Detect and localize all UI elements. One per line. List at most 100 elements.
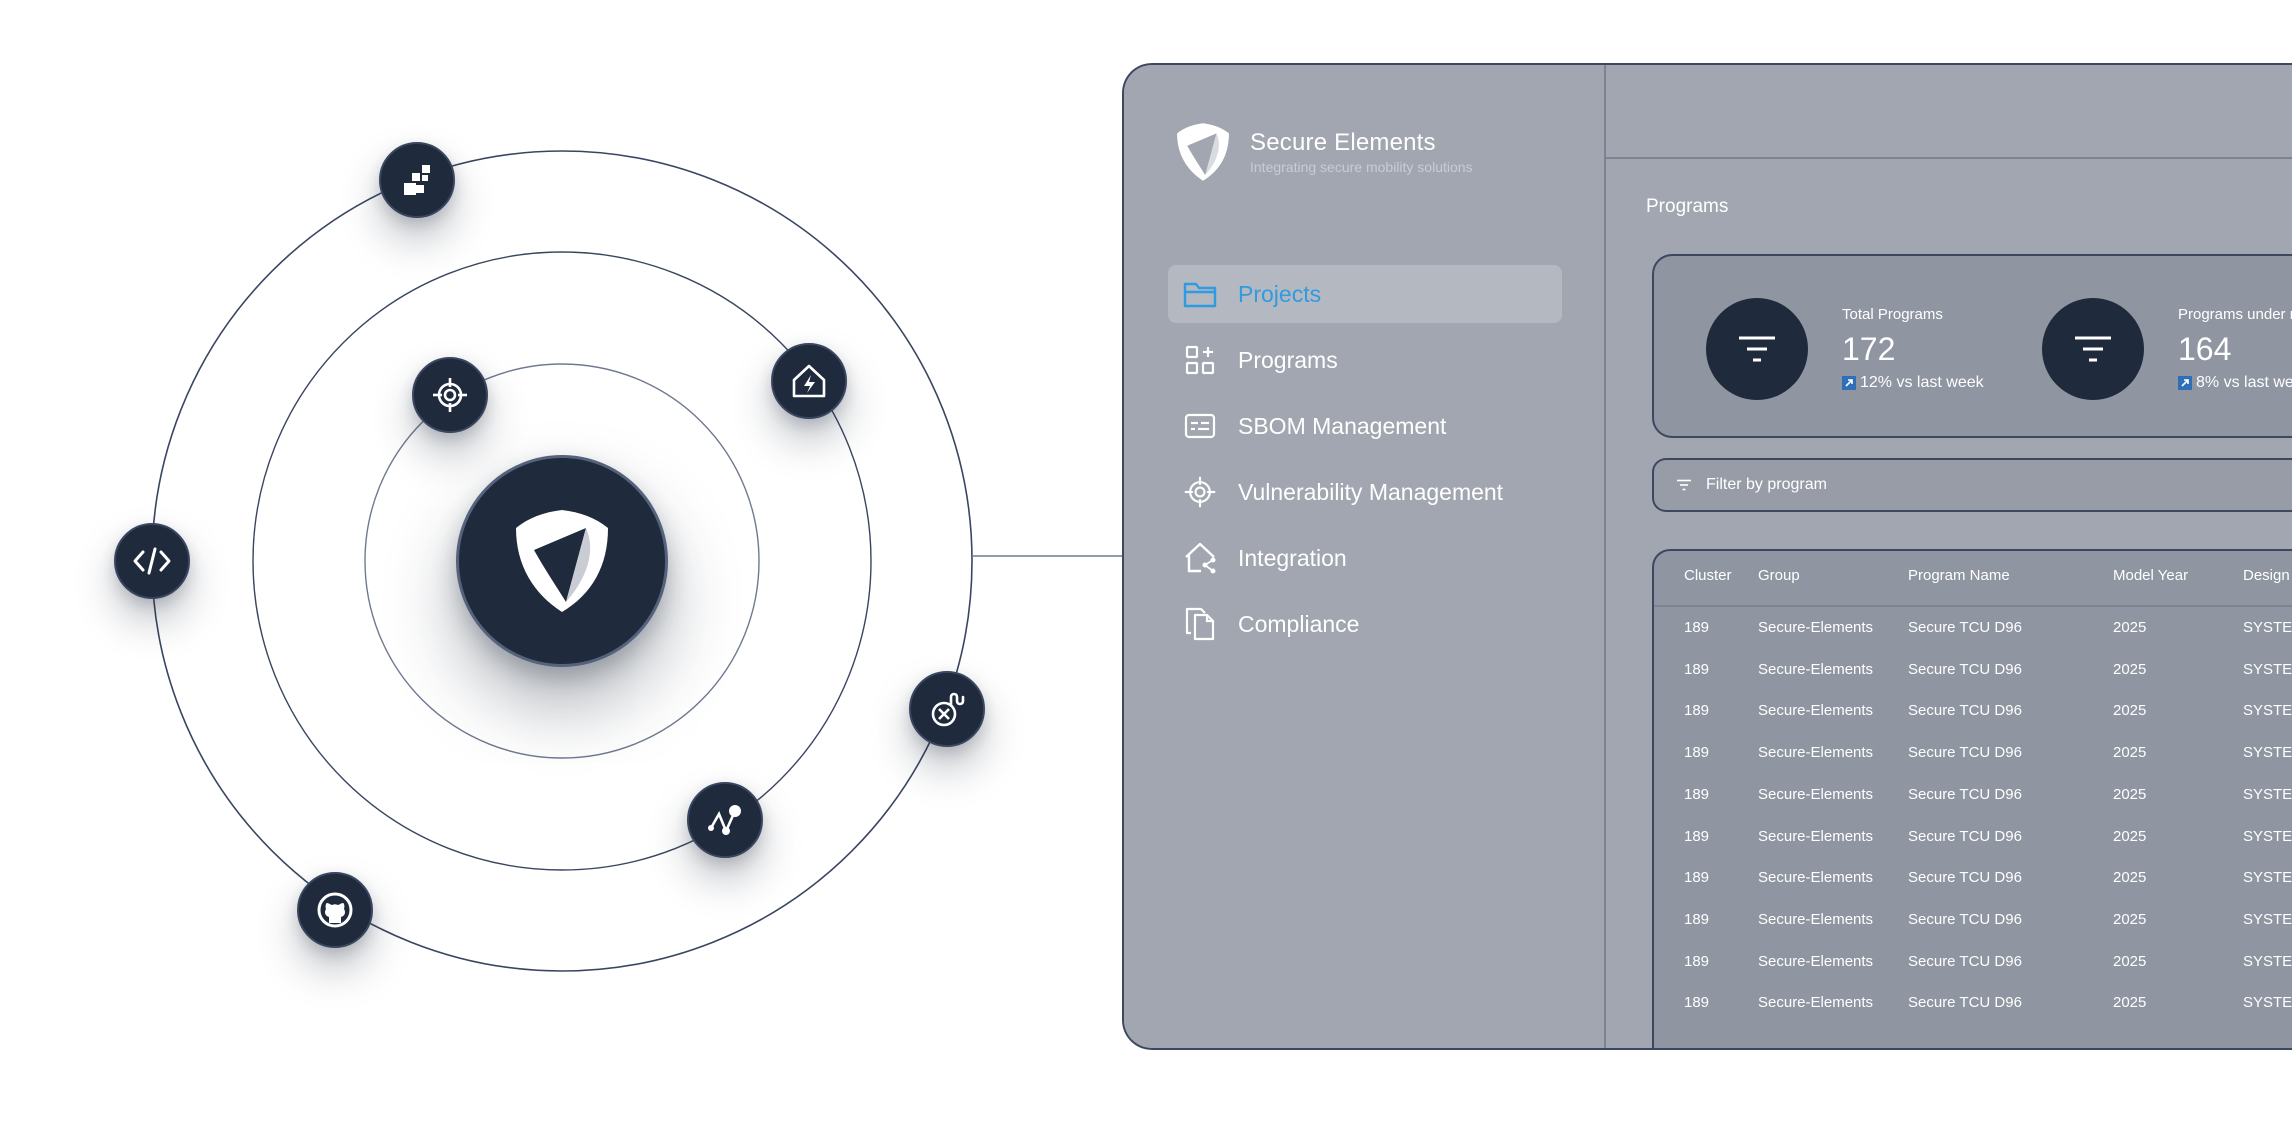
orbit-diagram	[0, 0, 1130, 1122]
stat-change-text: 8% vs last wee	[2196, 374, 2292, 391]
table-row[interactable]: 189 Secure-Elements Secure TCU D96 2025 SYST…	[1654, 649, 2292, 690]
program-name-cell: Secure TCU D96	[1908, 869, 2022, 887]
sidebar-item-programs[interactable]: Programs	[1168, 331, 1562, 389]
column-header-group[interactable]: Group	[1758, 567, 1800, 584]
model-year-cell: 2025	[2113, 952, 2147, 970]
stat-label: Programs under re	[2178, 306, 2292, 323]
column-header-design[interactable]: Design	[2243, 567, 2290, 584]
model-year-cell: 2025	[2113, 744, 2147, 762]
column-header-cluster[interactable]: Cluster	[1684, 567, 1732, 584]
model-year-cell: 2025	[2113, 827, 2147, 845]
cluster-cell: 189	[1684, 744, 1710, 762]
lock-x-node[interactable]	[909, 671, 985, 747]
filter-icon	[1677, 479, 1691, 491]
model-year-cell: 2025	[2113, 869, 2147, 887]
cluster-cell: 189	[1684, 994, 1710, 1012]
program-name-cell: Secure TCU D96	[1908, 827, 2022, 845]
brand-name: Secure Elements	[1250, 129, 1436, 156]
program-name-cell: Secure TCU D96	[1908, 952, 2022, 970]
table-row[interactable]: 189 Secure-Elements Secure TCU D96 2025 SYST…	[1654, 899, 2292, 940]
crosshair-icon	[1182, 474, 1218, 510]
stat-value: 172	[1842, 331, 1896, 367]
brand-logo-icon	[1177, 123, 1229, 181]
table-header: Cluster Group Program Name Model Year De…	[1654, 551, 2292, 607]
cluster-cell: 189	[1684, 869, 1710, 887]
design-cell: SYSTEM	[2243, 619, 2292, 636]
house-lightning-icon	[792, 364, 826, 398]
design-cell: SYSTEM	[2243, 744, 2292, 762]
stats-card: Total Programs 172 12% vs last week Prog…	[1652, 254, 2292, 438]
stat-change: 8% vs last wee	[2178, 374, 2292, 392]
programs-table: Cluster Group Program Name Model Year De…	[1652, 549, 2292, 1048]
sidebar-item-label: Projects	[1238, 280, 1322, 307]
sidebar-item-integration[interactable]: Integration	[1168, 529, 1562, 587]
code-icon	[133, 547, 171, 575]
column-header-model-year[interactable]: Model Year	[2113, 567, 2188, 584]
house-lightning-node[interactable]	[771, 343, 847, 419]
stat-programs-under-review: Programs under re 164 8% vs last wee	[2042, 298, 2292, 400]
design-cell: SYSTEM	[2243, 869, 2292, 887]
model-year-cell: 2025	[2113, 785, 2147, 803]
program-name-cell: Secure TCU D96	[1908, 660, 2022, 678]
table-row[interactable]: 189 Secure-Elements Secure TCU D96 2025 SYST…	[1654, 732, 2292, 773]
cluster-cell: 189	[1684, 785, 1710, 803]
pixel-blocks-node[interactable]	[379, 142, 455, 218]
cluster-cell: 189	[1684, 952, 1710, 970]
id-card-icon	[1182, 408, 1218, 444]
cluster-cell: 189	[1684, 910, 1710, 928]
sidebar: Secure Elements Integrating secure mobil…	[1124, 65, 1606, 1048]
group-cell: Secure-Elements	[1758, 744, 1874, 762]
stat-change: 12% vs last week	[1842, 374, 1984, 392]
group-cell: Secure-Elements	[1758, 660, 1874, 678]
main-content: Programs Total Programs 172 12% vs last …	[1606, 65, 2292, 1048]
sidebar-item-vulnerability-management[interactable]: Vulnerability Management	[1168, 463, 1562, 521]
code-node[interactable]	[114, 523, 190, 599]
crosshair-node[interactable]	[412, 357, 488, 433]
group-cell: Secure-Elements	[1758, 827, 1874, 845]
core-shield-node	[456, 455, 668, 667]
folder-icon	[1182, 276, 1218, 312]
table-row[interactable]: 189 Secure-Elements Secure TCU D96 2025 SYST…	[1654, 816, 2292, 857]
graph-nodes-node[interactable]	[687, 782, 763, 858]
cluster-cell: 189	[1684, 702, 1710, 720]
cluster-cell: 189	[1684, 827, 1710, 845]
github-node[interactable]	[297, 872, 373, 948]
sidebar-item-label: Compliance	[1238, 610, 1360, 637]
group-cell: Secure-Elements	[1758, 952, 1874, 970]
filter-icon	[1706, 298, 1808, 400]
table-row[interactable]: 189 Secure-Elements Secure TCU D96 2025 SYST…	[1654, 982, 2292, 1023]
brand-text: Secure Elements Integrating secure mobil…	[1250, 129, 1473, 175]
page-title: Programs	[1646, 196, 1729, 217]
cluster-cell: 189	[1684, 660, 1710, 678]
program-name-cell: Secure TCU D96	[1908, 744, 2022, 762]
sidebar-item-projects[interactable]: Projects	[1168, 265, 1562, 323]
model-year-cell: 2025	[2113, 619, 2147, 636]
pixel-blocks-icon	[404, 165, 430, 195]
stat-change-text: 12% vs last week	[1860, 374, 1984, 391]
stat-label: Total Programs	[1842, 306, 1943, 323]
table-row[interactable]: 189 Secure-Elements Secure TCU D96 2025 SYST…	[1654, 941, 2292, 982]
sidebar-item-label: SBOM Management	[1238, 412, 1447, 439]
sidebar-item-label: Vulnerability Management	[1238, 478, 1504, 505]
sidebar-item-sbom-management[interactable]: SBOM Management	[1168, 397, 1562, 455]
brand[interactable]: Secure Elements Integrating secure mobil…	[1174, 121, 1473, 183]
model-year-cell: 2025	[2113, 910, 2147, 928]
sidebar-nav: Projects Programs SBOM Management Vulner…	[1168, 265, 1562, 661]
table-row[interactable]: 189 Secure-Elements Secure TCU D96 2025 SYST…	[1654, 690, 2292, 731]
design-cell: SYSTEM	[2243, 910, 2292, 928]
house-share-icon	[1182, 540, 1218, 576]
design-cell: SYSTEM	[2243, 952, 2292, 970]
table-row[interactable]: 189 Secure-Elements Secure TCU D96 2025 SYST…	[1654, 607, 2292, 648]
design-cell: SYSTEM	[2243, 827, 2292, 845]
sidebar-item-label: Integration	[1238, 544, 1347, 571]
program-filter-input[interactable]: Filter by program	[1652, 458, 2292, 512]
table-row[interactable]: 189 Secure-Elements Secure TCU D96 2025 SYST…	[1654, 774, 2292, 815]
program-name-cell: Secure TCU D96	[1908, 994, 2022, 1012]
sidebar-item-compliance[interactable]: Compliance	[1168, 595, 1562, 653]
table-row[interactable]: 189 Secure-Elements Secure TCU D96 2025 SYST…	[1654, 857, 2292, 898]
design-cell: SYSTEM	[2243, 785, 2292, 803]
cluster-cell: 189	[1684, 619, 1710, 636]
model-year-cell: 2025	[2113, 994, 2147, 1012]
group-cell: Secure-Elements	[1758, 785, 1874, 803]
column-header-program-name[interactable]: Program Name	[1908, 567, 2010, 584]
